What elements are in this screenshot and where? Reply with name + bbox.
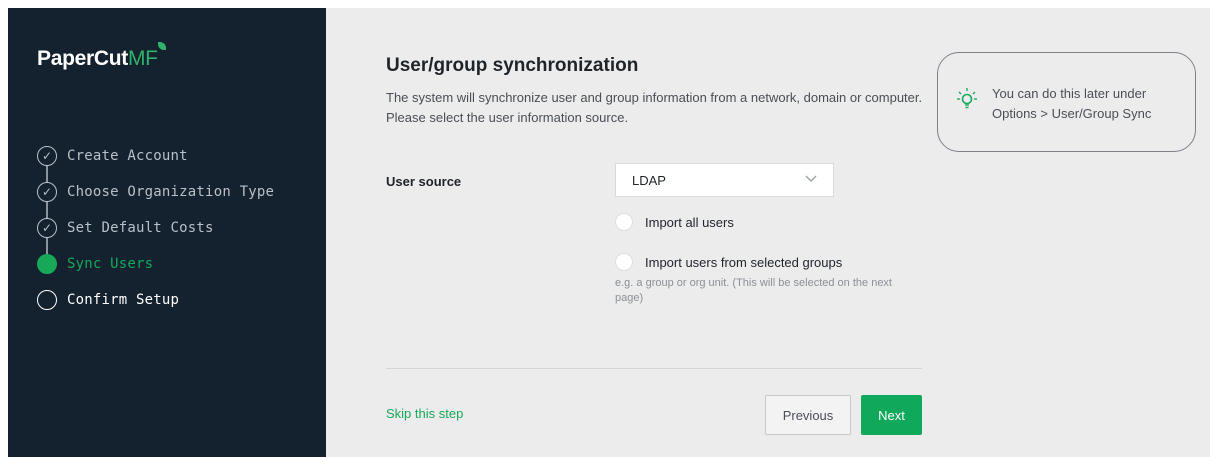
user-source-select[interactable]: LDAP [615,163,834,197]
step-create-account: ✓ Create Account [37,138,317,183]
page-title: User/group synchronization [386,55,639,76]
radio-button[interactable] [615,213,633,231]
radio-button[interactable] [615,253,633,271]
papercut-logo: PaperCutMF [37,42,166,71]
radio-label: Import users from selected groups [645,254,843,270]
active-step-icon [37,254,57,274]
step-label: Choose Organization Type [67,184,275,200]
chevron-down-icon [805,174,817,186]
lightbulb-icon [956,87,978,118]
radio-import-selected-groups[interactable]: Import users from selected groups [615,253,842,271]
step-connector [46,201,48,219]
setup-wizard: PaperCutMF ✓ Create Account ✓ Choose Org… [8,8,1210,457]
logo-text-main: PaperCut [37,47,128,70]
pending-step-icon [37,290,57,310]
next-button[interactable]: Next [861,395,922,435]
logo-text-accent: MF [127,47,158,70]
step-label: Sync Users [67,256,154,272]
radio-hint: e.g. a group or org unit. (This will be … [615,277,892,304]
previous-button[interactable]: Previous [765,395,851,435]
step-label: Set Default Costs [67,220,214,236]
check-circle-icon: ✓ [37,218,57,238]
user-source-label: User source [386,174,462,189]
skip-step-link[interactable]: Skip this step [386,406,463,421]
step-sync-users: Sync Users [37,246,317,282]
step-label: Create Account [67,148,188,164]
setup-steps: ✓ Create Account ✓ Choose Organization T… [37,138,317,318]
user-source-value: LDAP [632,172,666,188]
step-confirm-setup: Confirm Setup [37,282,317,318]
check-circle-icon: ✓ [37,146,57,166]
radio-label: Import all users [645,214,734,230]
step-connector [46,165,48,183]
step-connector [46,237,48,255]
page-description: The system will synchronize user and gro… [386,90,923,125]
step-choose-organization-type: ✓ Choose Organization Type [37,174,317,219]
radio-import-all-users[interactable]: Import all users [615,213,734,231]
sidebar: PaperCutMF ✓ Create Account ✓ Choose Org… [8,8,326,457]
step-label: Confirm Setup [67,292,180,308]
divider [386,368,922,369]
step-set-default-costs: ✓ Set Default Costs [37,210,317,255]
logo-leaf-icon [157,42,166,50]
tip-box: You can do this later under Options > Us… [937,52,1196,152]
tip-text: You can do this later under Options > Us… [992,86,1152,121]
check-circle-icon: ✓ [37,182,57,202]
main-content: User/group synchronization The system wi… [386,8,926,457]
